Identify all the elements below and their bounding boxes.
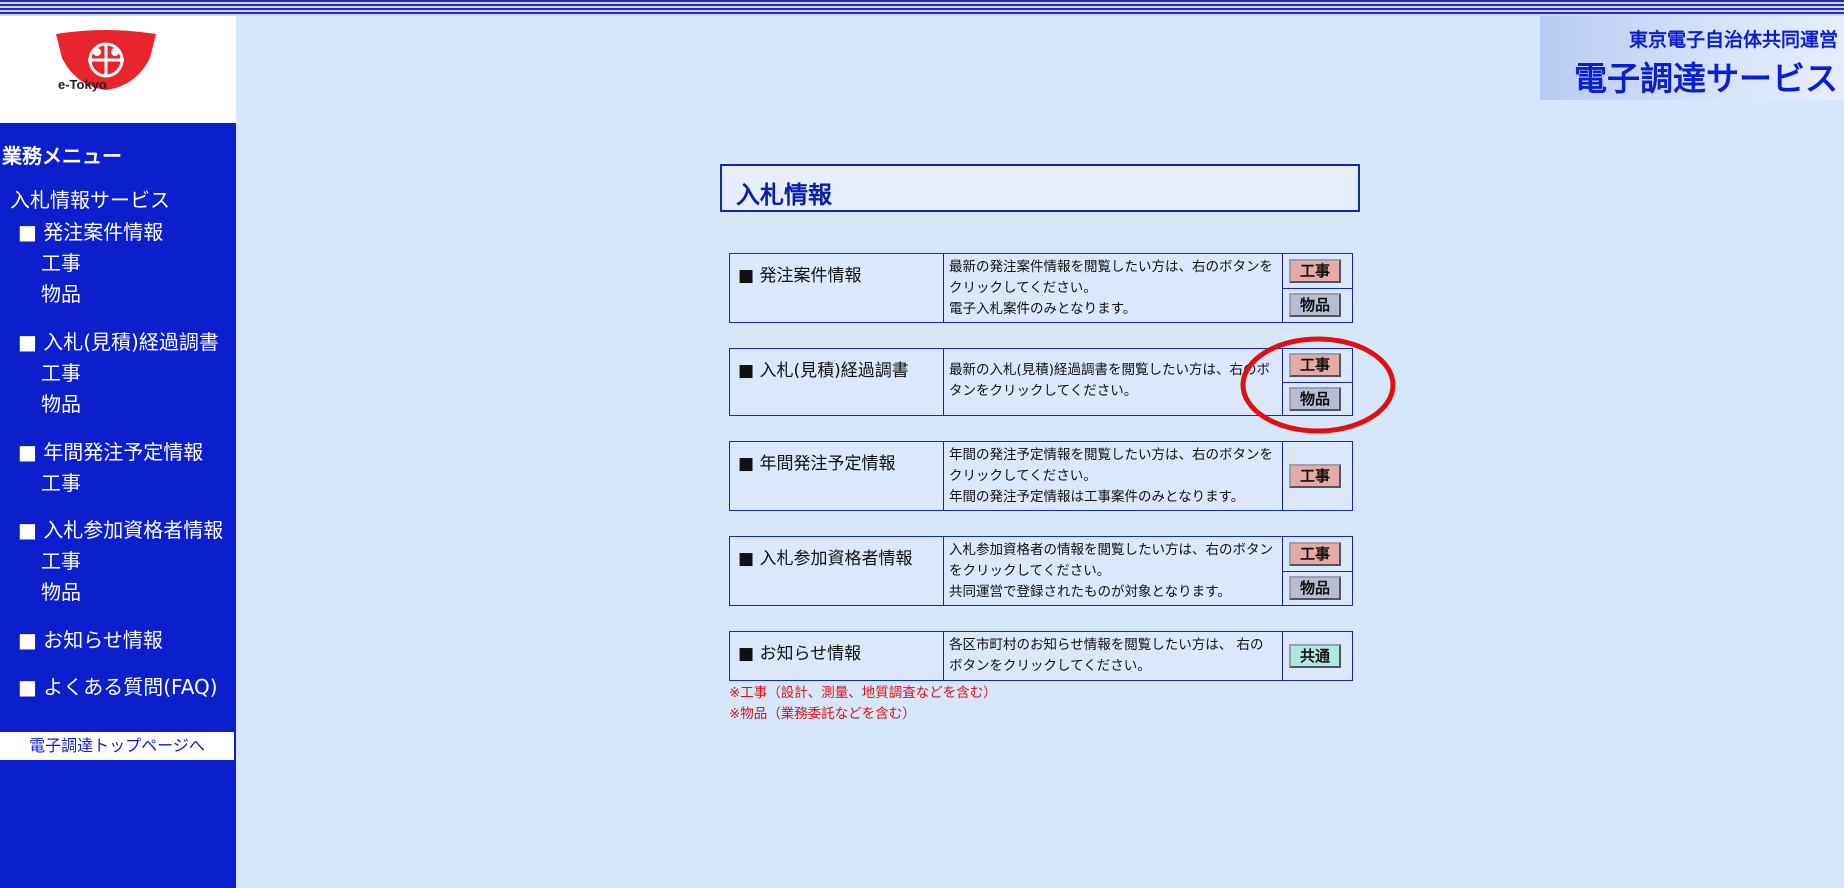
order-buppin-button[interactable]: 物品 [1289, 293, 1341, 317]
notices-common-button[interactable]: 共通 [1289, 644, 1341, 668]
sidebar-sub-order-kouji[interactable]: 工事 [41, 247, 81, 276]
block-buttons: 工事 物品 [1283, 537, 1352, 605]
block-description: 入札参加資格者の情報を閲覧したい方は、右のボタン をクリックしてください。 共同… [943, 537, 1283, 605]
order-kouji-button[interactable]: 工事 [1289, 259, 1341, 283]
block-title: ■ お知らせ情報 [738, 644, 862, 664]
info-block-annual-plan: ■ 年間発注予定情報 年間の発注予定情報を閲覧したい方は、右のボタンを クリック… [729, 441, 1353, 511]
block-description: 最新の入札(見積)経過調書を閲覧したい方は、右のボ タンをクリックしてください。 [943, 349, 1283, 415]
annual-kouji-button[interactable]: 工事 [1289, 464, 1341, 488]
desc-line: クリックしてください。 [949, 468, 1097, 484]
block-description: 各区市町村のお知らせ情報を閲覧したい方は、 右の ボタンをクリックしてください。 [943, 632, 1283, 680]
info-block-qualified: ■ 入札参加資格者情報 入札参加資格者の情報を閲覧したい方は、右のボタン をクリ… [729, 536, 1353, 606]
block-title-cell: ■ 入札(見積)経過調書 [730, 349, 944, 415]
sidebar: e-Tokyo 業務メニュー 入札情報サービス ■ 発注案件情報 工事 物品 ■… [0, 16, 236, 888]
sidebar-sub-bid-kouji[interactable]: 工事 [41, 357, 81, 386]
info-block-notices: ■ お知らせ情報 各区市町村のお知らせ情報を閲覧したい方は、 右の ボタンをクリ… [729, 631, 1353, 681]
button-row: 工事 [1283, 537, 1352, 571]
brand-banner: 東京電子自治体共同運営 電子調達サービス [1540, 16, 1844, 100]
block-buttons: 工事 物品 [1283, 254, 1352, 322]
desc-line: 年間の発注予定情報を閲覧したい方は、右のボタンを [949, 447, 1273, 463]
highlight-circle-annotation [1240, 336, 1396, 434]
block-title-cell: ■ 年間発注予定情報 [730, 442, 944, 510]
menu-service-heading: 入札情報サービス [10, 188, 170, 212]
desc-line: 入札参加資格者の情報を閲覧したい方は、右のボタン [949, 542, 1273, 558]
logo-text: e-Tokyo [58, 77, 107, 92]
top-stripe [0, 0, 1844, 16]
desc-line: クリックしてください。 [949, 280, 1097, 296]
block-title-cell: ■ お知らせ情報 [730, 632, 944, 680]
page-title: 入札情報 [736, 181, 832, 209]
qualified-kouji-button[interactable]: 工事 [1289, 542, 1341, 566]
sidebar-item-annual-plan[interactable]: ■ 年間発注予定情報 [18, 436, 203, 465]
sidebar-sub-qualified-buppin[interactable]: 物品 [41, 576, 81, 605]
qualified-buppin-button[interactable]: 物品 [1289, 576, 1341, 600]
desc-line: ボタンをクリックしてください。 [949, 658, 1151, 674]
desc-line: 電子入札案件のみとなります。 [949, 301, 1137, 317]
sidebar-item-faq[interactable]: ■ よくある質問(FAQ) [18, 671, 218, 700]
block-title-cell: ■ 発注案件情報 [730, 254, 944, 322]
block-title: ■ 年間発注予定情報 [738, 454, 896, 474]
sidebar-sub-qualified-kouji[interactable]: 工事 [41, 545, 81, 574]
block-buttons: 工事 [1283, 442, 1352, 510]
button-row: 物品 [1283, 288, 1352, 323]
note-buppin: ※物品（業務委託などを含む） [729, 706, 916, 722]
block-description: 最新の発注案件情報を閲覧したい方は、右のボタンを クリックしてください。 電子入… [943, 254, 1283, 322]
button-row: 物品 [1283, 571, 1352, 606]
block-title: ■ 発注案件情報 [738, 266, 862, 286]
sidebar-item-qualified[interactable]: ■ 入札参加資格者情報 [18, 514, 223, 543]
desc-line: タンをクリックしてください。 [949, 383, 1138, 399]
block-buttons: 共通 [1283, 632, 1352, 680]
desc-line: 各区市町村のお知らせ情報を閲覧したい方は、 右の [949, 637, 1264, 653]
brand-subtitle: 東京電子自治体共同運営 [1628, 29, 1838, 51]
block-title: ■ 入札(見積)経過調書 [738, 361, 909, 381]
page-title-box: 入札情報 [720, 164, 1360, 212]
desc-line: 共同運営で登録されたものが対象となります。 [949, 584, 1231, 600]
block-description: 年間の発注予定情報を閲覧したい方は、右のボタンを クリックしてください。 年間の… [943, 442, 1283, 510]
sidebar-sub-bid-buppin[interactable]: 物品 [41, 388, 81, 417]
button-row: 工事 [1283, 254, 1352, 288]
desc-line: 最新の入札(見積)経過調書を閲覧したい方は、右のボ [949, 362, 1271, 378]
desc-line: 最新の発注案件情報を閲覧したい方は、右のボタンを [949, 259, 1273, 275]
desc-line: 年間の発注予定情報は工事案件のみとなります。 [949, 489, 1245, 505]
info-block-order: ■ 発注案件情報 最新の発注案件情報を閲覧したい方は、右のボタンを クリックして… [729, 253, 1353, 323]
sidebar-item-bid-record[interactable]: ■ 入札(見積)経過調書 [18, 326, 219, 355]
note-kouji: ※工事（設計、測量、地質調査などを含む） [729, 685, 997, 701]
sidebar-sub-annual-kouji[interactable]: 工事 [41, 467, 81, 496]
desc-line: をクリックしてください。 [949, 563, 1111, 579]
sidebar-item-notices[interactable]: ■ お知らせ情報 [18, 624, 163, 653]
sidebar-sub-order-buppin[interactable]: 物品 [41, 278, 81, 307]
logo[interactable]: e-Tokyo [0, 16, 236, 123]
menu-title: 業務メニュー [2, 144, 122, 168]
block-title: ■ 入札参加資格者情報 [738, 549, 913, 569]
top-page-link[interactable]: 電子調達トップページへ [0, 732, 234, 760]
sidebar-item-order-info[interactable]: ■ 発注案件情報 [18, 216, 163, 245]
block-title-cell: ■ 入札参加資格者情報 [730, 537, 944, 605]
brand-title: 電子調達サービス [1574, 59, 1838, 98]
